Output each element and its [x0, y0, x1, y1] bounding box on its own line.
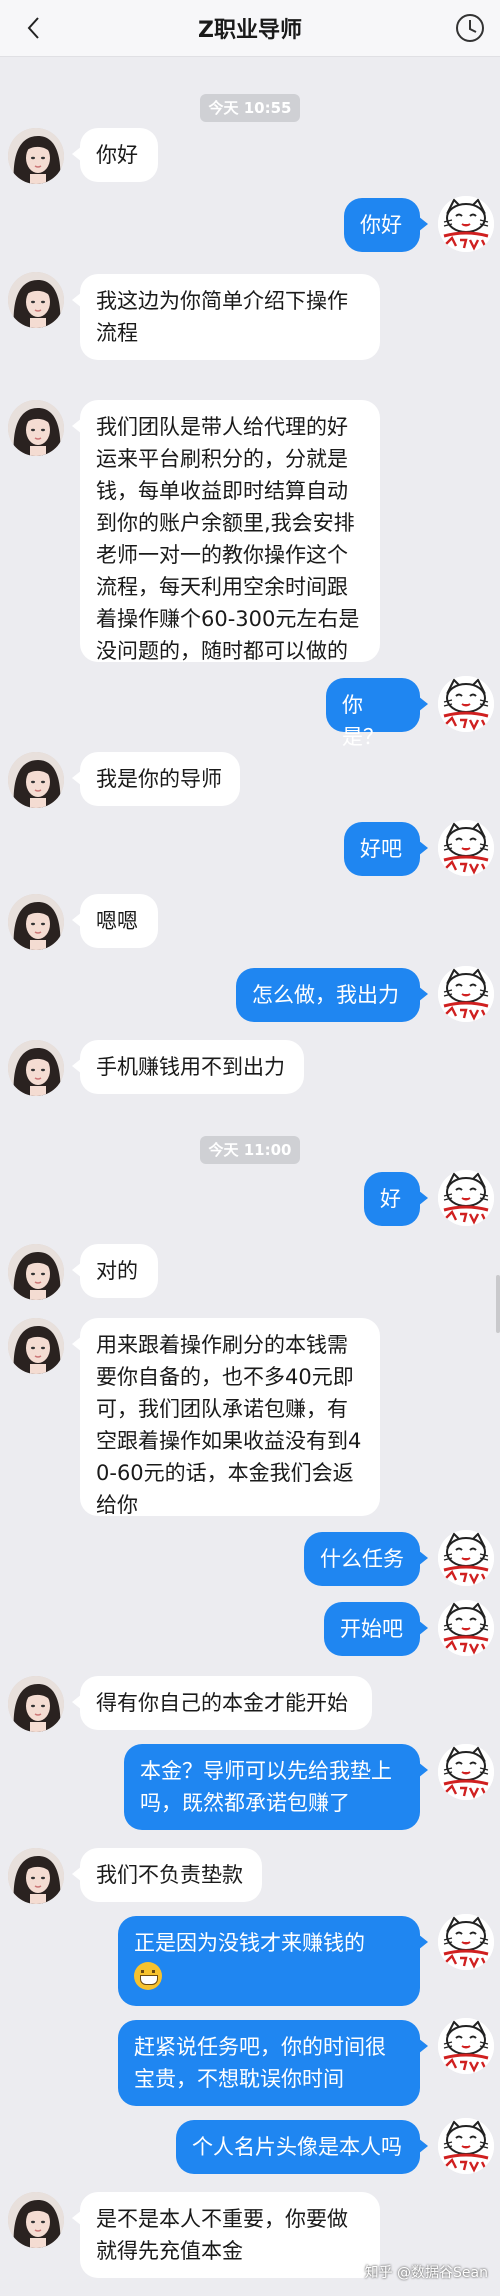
contact-avatar[interactable] [8, 1040, 64, 1096]
message-outgoing: 好 [364, 1172, 428, 1226]
contact-avatar[interactable] [8, 128, 64, 184]
message-outgoing: 你是？ [326, 678, 428, 749]
message-incoming: 手机赚钱用不到出力 [72, 1040, 304, 1094]
grinning-emoji-icon [134, 1962, 162, 1990]
message-outgoing: 赶紧说任务吧，你的时间很宝贵，不想耽误你时间 [118, 2020, 428, 2106]
message-incoming: 是不是本人不重要，你要做就得先充值本金 [72, 2192, 380, 2278]
user-avatar[interactable] [438, 2118, 494, 2174]
timestamp: 今天 11:00 [200, 1136, 300, 1164]
message-outgoing: 什么任务 [304, 1532, 428, 1586]
contact-avatar[interactable] [8, 2192, 64, 2248]
user-avatar[interactable] [438, 1744, 494, 1800]
user-avatar[interactable] [438, 2018, 494, 2074]
user-avatar[interactable] [438, 1170, 494, 1226]
message-outgoing: 本金？导师可以先给我垫上吗，既然都承诺包赚了 [124, 1744, 428, 1830]
user-avatar[interactable] [438, 676, 494, 732]
message-incoming: 得有你自己的本金才能开始 [72, 1676, 372, 1730]
message-outgoing: 个人名片头像是本人吗 [176, 2120, 428, 2174]
watermark: 知乎 @数据谷Sean [364, 2265, 488, 2281]
contact-avatar[interactable] [8, 1244, 64, 1300]
user-avatar[interactable] [438, 1530, 494, 1586]
message-incoming: 嗯嗯 [72, 894, 158, 948]
message-outgoing: 怎么做，我出力 [236, 968, 428, 1022]
contact-avatar[interactable] [8, 894, 64, 950]
message-outgoing: 你好 [344, 198, 428, 252]
user-avatar[interactable] [438, 966, 494, 1022]
message-incoming: 你好 [72, 128, 158, 182]
message-incoming: 对的 [72, 1244, 158, 1298]
message-outgoing: 开始吧 [324, 1602, 428, 1656]
chat-title: Z职业导师 [198, 18, 302, 43]
user-avatar[interactable] [438, 1600, 494, 1656]
user-avatar[interactable] [438, 1914, 494, 1970]
contact-avatar[interactable] [8, 1676, 64, 1732]
message-incoming: 我这边为你简单介绍下操作流程 [72, 274, 380, 360]
user-avatar[interactable] [438, 196, 494, 252]
message-text: 正是因为没钱才来赚钱的 [134, 1931, 365, 1955]
clock-icon[interactable] [454, 12, 486, 44]
message-incoming: 我们团队是带人给代理的好运来平台刷积分的，分就是钱，每单收益即时结算自动到你的账… [72, 400, 380, 663]
contact-avatar[interactable] [8, 1318, 64, 1374]
contact-avatar[interactable] [8, 272, 64, 328]
user-avatar[interactable] [438, 820, 494, 876]
message-incoming: 我是你的导师 [72, 752, 240, 806]
chat-header: Z职业导师 [0, 0, 500, 57]
message-outgoing: 正是因为没钱才来赚钱的 [118, 1916, 428, 2006]
contact-avatar[interactable] [8, 752, 64, 808]
message-incoming: 我们不负责垫款 [72, 1848, 262, 1902]
message-outgoing: 好吧 [344, 822, 428, 876]
contact-avatar[interactable] [8, 400, 64, 456]
scrollbar[interactable] [496, 1275, 500, 1333]
contact-avatar[interactable] [8, 1848, 64, 1904]
message-incoming: 用来跟着操作刷分的本钱需要你自备的，也不多40元即可，我们团队承诺包赚，有空跟着… [72, 1318, 380, 1517]
timestamp: 今天 10:55 [200, 94, 300, 122]
chevron-left-icon[interactable] [24, 14, 44, 42]
